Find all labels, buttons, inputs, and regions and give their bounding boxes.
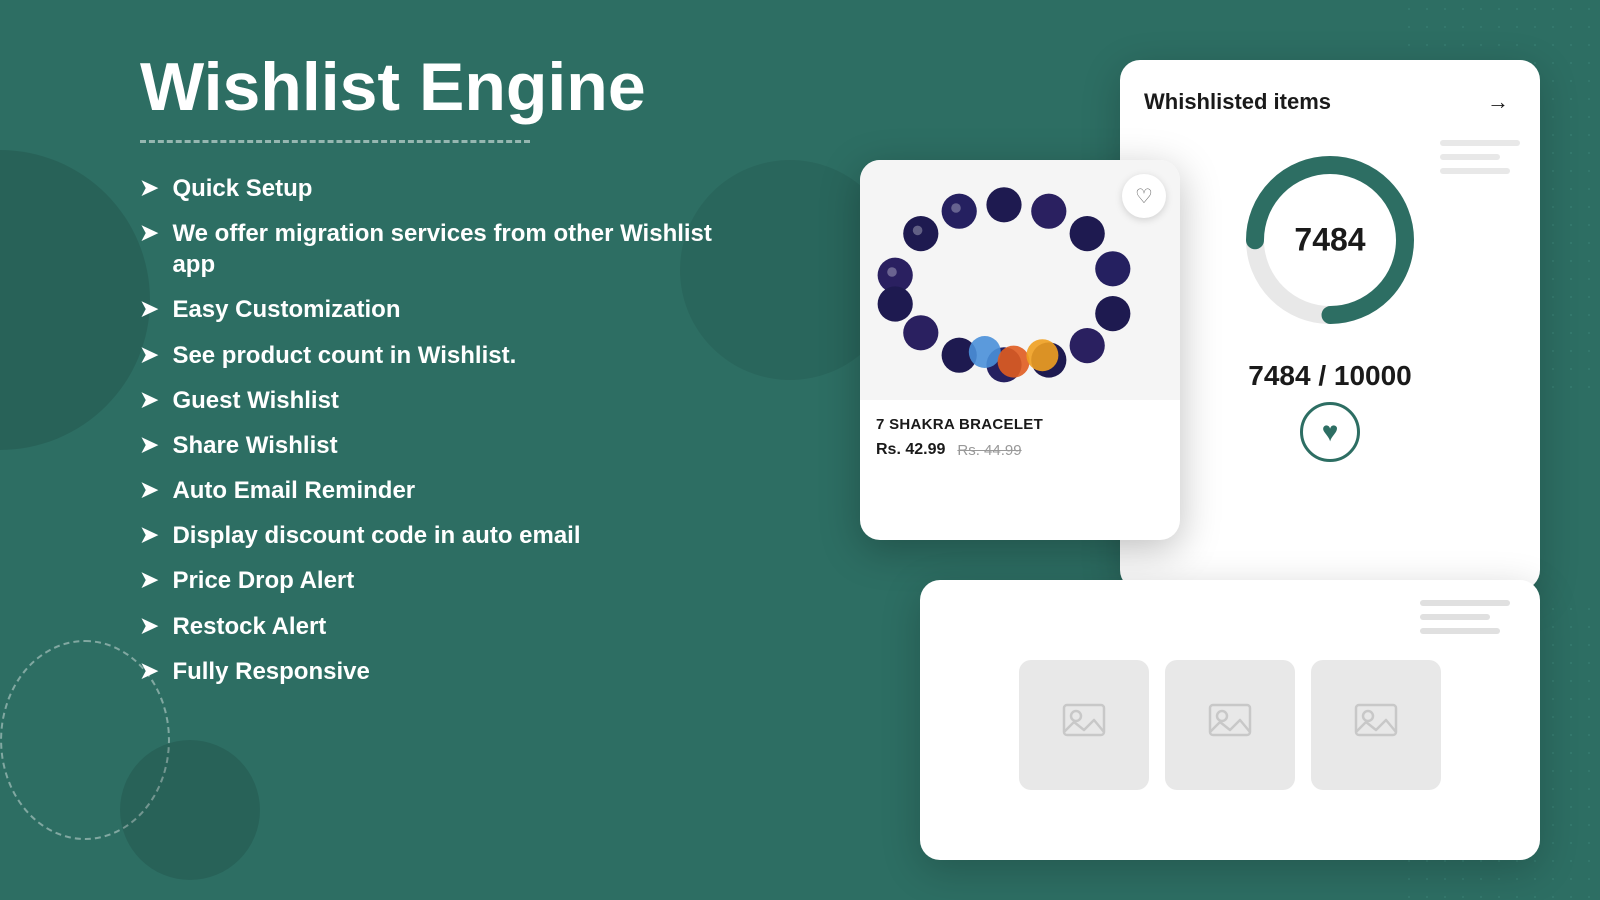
wishlist-card: Whishlisted items → 7484 7484 / 10000 — [1120, 60, 1540, 590]
feature-text-discount-code: Display discount code in auto email — [172, 520, 580, 551]
feature-arrow-icon: ➤ — [140, 567, 158, 593]
feature-arrow-icon: ➤ — [140, 175, 158, 201]
feature-list: ➤ Quick Setup ➤ We offer migration services… — [140, 173, 760, 687]
placeholder-image-1 — [1019, 660, 1149, 790]
placeholder-image-2 — [1165, 660, 1295, 790]
feature-item-restock: ➤ Restock Alert — [140, 611, 760, 642]
product-info: 7 SHAKRA BRACELET Rs. 42.99 Rs. 44.99 — [860, 400, 1180, 475]
bg-circle-left — [0, 150, 150, 450]
feature-arrow-icon: ➤ — [140, 432, 158, 458]
feature-text-quick-setup: Quick Setup — [172, 173, 312, 204]
feature-item-product-count: ➤ See product count in Wishlist. — [140, 340, 760, 371]
bottom-line-1 — [1420, 600, 1510, 606]
feature-item-guest-wishlist: ➤ Guest Wishlist — [140, 385, 760, 416]
card-line-3 — [1440, 168, 1510, 174]
card-line-2 — [1440, 154, 1500, 160]
feature-text-migration: We offer migration services from other W… — [172, 218, 760, 280]
bottom-card-images — [940, 660, 1520, 790]
donut-wrap: 7484 — [1230, 140, 1430, 340]
title-underline — [140, 137, 530, 143]
heart-icon: ♥ — [1322, 416, 1339, 448]
feature-arrow-icon: ➤ — [140, 658, 158, 684]
bg-circle-bottom-left — [120, 740, 260, 880]
card-line-1 — [1440, 140, 1520, 146]
product-image-area: ♡ — [860, 160, 1180, 400]
feature-text-share-wishlist: Share Wishlist — [172, 430, 337, 461]
bottom-line-2 — [1420, 614, 1490, 620]
placeholder-image-3 — [1311, 660, 1441, 790]
wishlist-card-header: Whishlisted items → — [1144, 84, 1516, 120]
left-panel: Wishlist Engine ➤ Quick Setup ➤ We offer mi… — [140, 50, 760, 687]
feature-item-quick-setup: ➤ Quick Setup — [140, 173, 760, 204]
feature-text-price-drop: Price Drop Alert — [172, 565, 354, 596]
right-panel: Whishlisted items → 7484 7484 / 10000 — [860, 60, 1540, 860]
product-price-current: Rs. 42.99 — [876, 441, 945, 459]
product-name: 7 SHAKRA BRACELET — [876, 416, 1164, 433]
product-price-original: Rs. 44.99 — [957, 442, 1021, 459]
bottom-card-lines — [1420, 600, 1510, 634]
product-wishlist-button[interactable]: ♡ — [1122, 174, 1166, 218]
feature-arrow-icon: ➤ — [140, 522, 158, 548]
feature-text-guest-wishlist: Guest Wishlist — [172, 385, 338, 416]
feature-arrow-icon: ➤ — [140, 342, 158, 368]
product-card: ♡ 7 SHAKRA BRACELET Rs. 42.99 Rs. 44.99 — [860, 160, 1180, 540]
bottom-card — [920, 580, 1540, 860]
heart-circle-button[interactable]: ♥ — [1300, 402, 1360, 462]
feature-item-responsive: ➤ Fully Responsive — [140, 656, 760, 687]
donut-number: 7484 — [1294, 222, 1365, 259]
bottom-line-3 — [1420, 628, 1500, 634]
feature-arrow-icon: ➤ — [140, 220, 158, 246]
feature-item-auto-email: ➤ Auto Email Reminder — [140, 475, 760, 506]
feature-text-product-count: See product count in Wishlist. — [172, 340, 516, 371]
product-heart-icon: ♡ — [1135, 184, 1153, 209]
wishlist-card-title: Whishlisted items — [1144, 89, 1331, 115]
feature-arrow-icon: ➤ — [140, 477, 158, 503]
feature-item-customization: ➤ Easy Customization — [140, 294, 760, 325]
feature-item-migration: ➤ We offer migration services from other … — [140, 218, 760, 280]
feature-text-responsive: Fully Responsive — [172, 656, 369, 687]
card-lines — [1440, 140, 1520, 174]
arrow-right-icon[interactable]: → — [1480, 84, 1516, 120]
feature-text-auto-email: Auto Email Reminder — [172, 475, 415, 506]
feature-text-restock: Restock Alert — [172, 611, 326, 642]
feature-arrow-icon: ➤ — [140, 296, 158, 322]
page-title: Wishlist Engine — [140, 50, 760, 125]
feature-item-discount-code: ➤ Display discount code in auto email — [140, 520, 760, 551]
feature-item-share-wishlist: ➤ Share Wishlist — [140, 430, 760, 461]
wishlist-fraction: 7484 / 10000 — [1144, 360, 1516, 392]
feature-arrow-icon: ➤ — [140, 613, 158, 639]
product-prices: Rs. 42.99 Rs. 44.99 — [876, 441, 1164, 459]
feature-item-price-drop: ➤ Price Drop Alert — [140, 565, 760, 596]
feature-text-customization: Easy Customization — [172, 294, 400, 325]
feature-arrow-icon: ➤ — [140, 387, 158, 413]
